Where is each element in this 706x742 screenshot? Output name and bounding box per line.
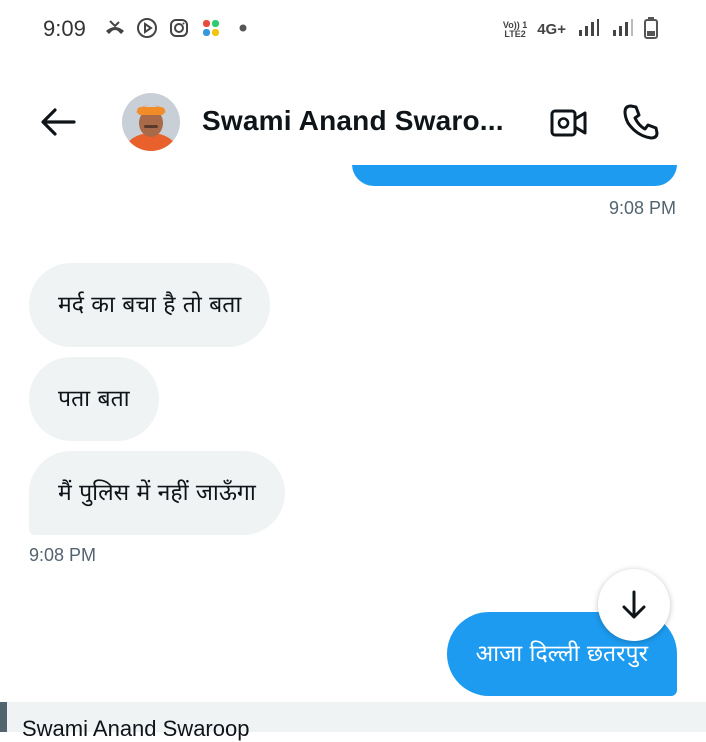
status-notification-icons (104, 17, 254, 39)
reply-accent-bar (0, 702, 7, 732)
battery-icon (644, 17, 658, 42)
status-system-icons: Vo)) 1 LTE2 4G+ (503, 17, 658, 42)
message-timestamp: 9:08 PM (29, 545, 97, 565)
reply-preview[interactable]: Swami Anand Swaroop (0, 702, 706, 741)
status-time: 9:09 (43, 16, 86, 41)
play-icon (136, 17, 158, 39)
reply-contact-name: Swami Anand Swaroop (22, 716, 250, 741)
phone-icon (623, 104, 659, 140)
received-message[interactable]: पता बता (29, 357, 159, 441)
avatar[interactable] (122, 93, 180, 151)
voice-call-button[interactable] (620, 101, 662, 143)
scroll-to-bottom-button[interactable] (598, 569, 670, 641)
missed-call-icon (104, 17, 126, 39)
pinwheel-icon (200, 17, 222, 39)
arrow-down-icon (622, 590, 646, 619)
video-call-icon (550, 109, 587, 137)
volte-indicator: Vo)) 1 LTE2 (502, 19, 528, 39)
signal-icon (576, 18, 600, 41)
received-message[interactable]: मर्द का बचा है तो बता (29, 263, 271, 347)
back-button[interactable] (38, 102, 78, 142)
contact-name[interactable]: Swami Anand Swaro... (202, 105, 504, 137)
instagram-icon (168, 17, 190, 39)
back-arrow-icon (41, 108, 76, 136)
dot-icon (232, 17, 254, 39)
network-type: 4G+ (537, 21, 566, 38)
message-list[interactable]: 9:08 PM मर्द का बचा है तो बता पता बता मै… (0, 165, 706, 702)
chat-header: Swami Anand Swaro... (0, 84, 706, 162)
status-bar: 9:09 Vo)) 1 LTE2 4G+ (0, 0, 706, 60)
signal-icon (610, 18, 634, 41)
video-call-button[interactable] (549, 103, 589, 143)
message-timestamp: 9:08 PM (608, 198, 676, 218)
received-message[interactable]: मैं पुलिस में नहीं जाऊँगा (29, 451, 285, 535)
sent-message-partial[interactable] (352, 165, 677, 186)
